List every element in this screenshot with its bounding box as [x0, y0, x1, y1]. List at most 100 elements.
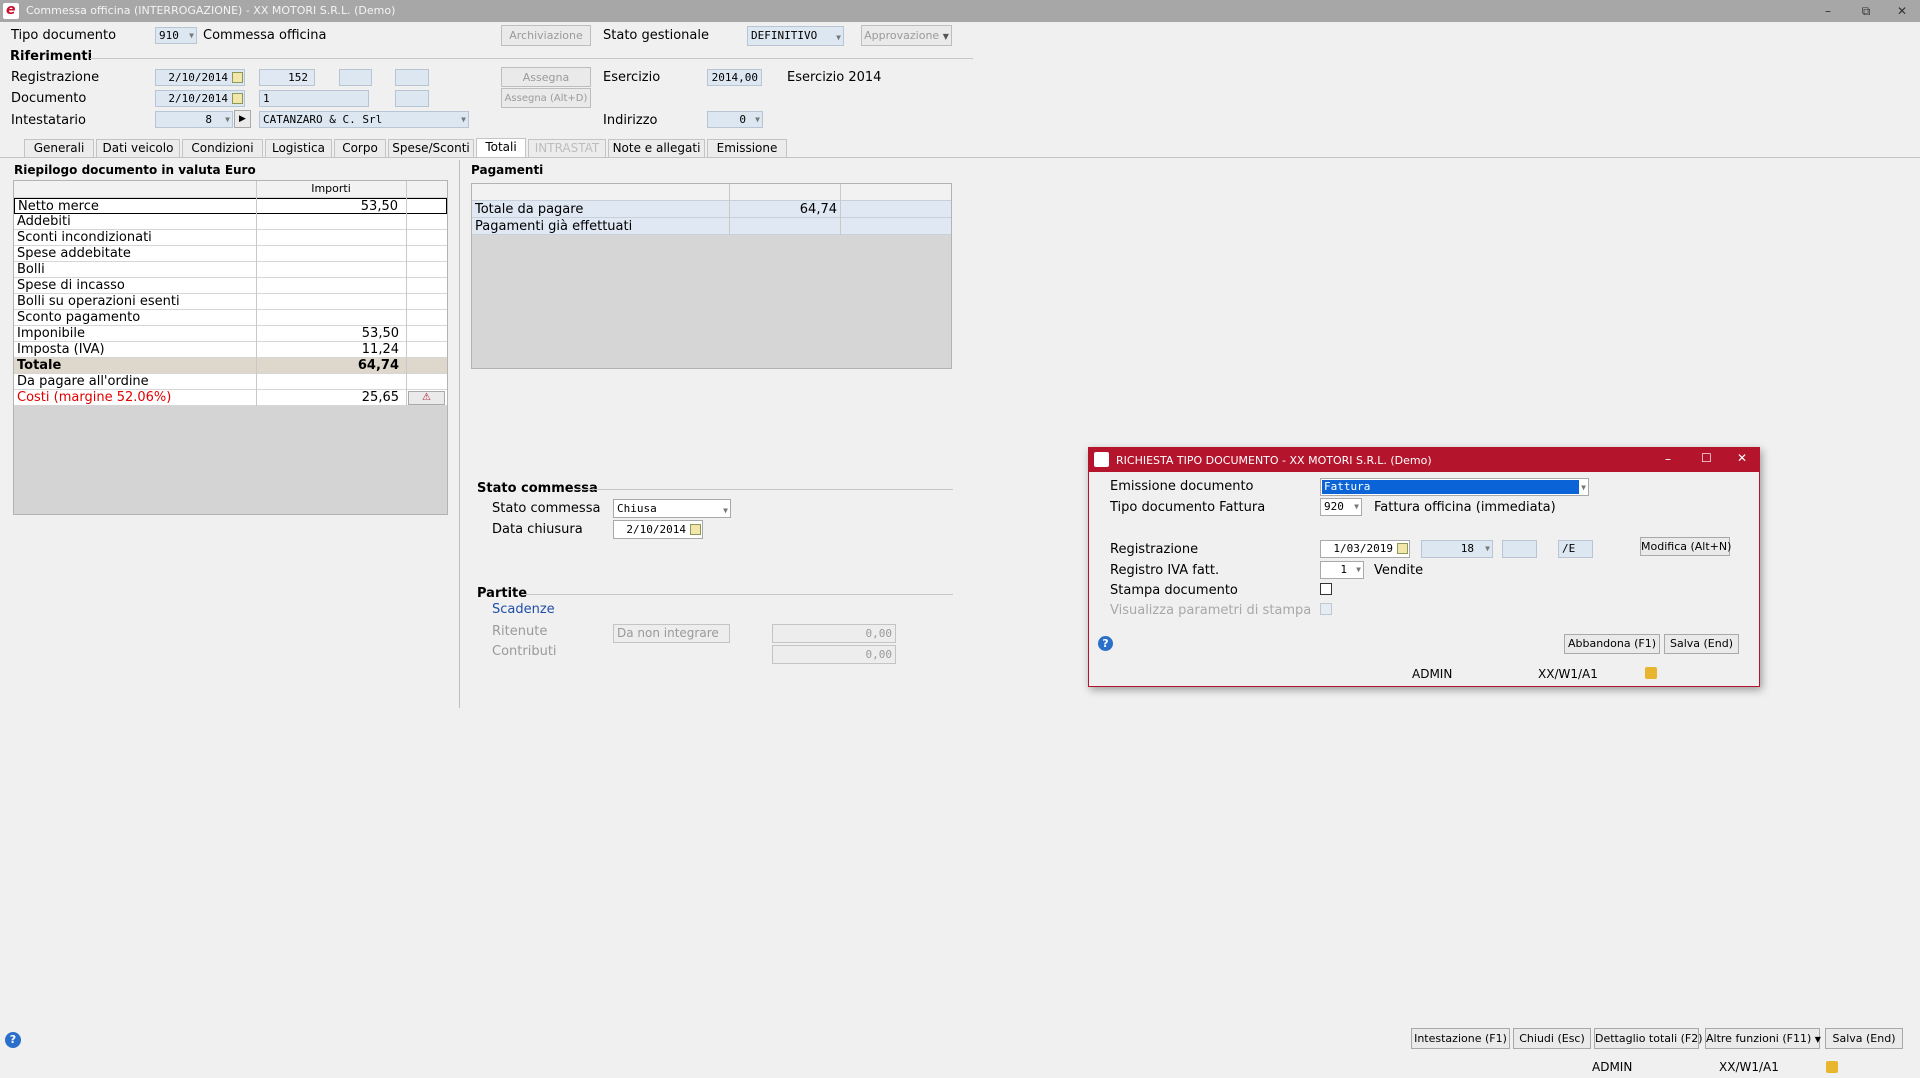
emissione-value: Fattura	[1322, 480, 1579, 494]
row-label: Totale da pagare	[475, 202, 584, 217]
table-row[interactable]: Imponibile 53,50	[14, 326, 447, 342]
contributi-value-field[interactable]: 0,00	[772, 645, 896, 664]
dialog-maximize-button[interactable]: ☐	[1701, 451, 1712, 465]
dlg-registrazione-date-field[interactable]: 1/03/2019	[1320, 540, 1410, 558]
esercizio-field[interactable]: 2014,00	[707, 69, 762, 86]
table-row-costi[interactable]: Costi (margine 52.06%) 25,65 ⚠	[14, 390, 447, 406]
table-row[interactable]: Pagamenti già effettuati	[472, 218, 951, 235]
row-value: 53,50	[360, 199, 398, 214]
table-row[interactable]: Bolli su operazioni esenti	[14, 294, 447, 310]
approvazione-button[interactable]: Approvazione ▼	[861, 25, 952, 46]
partite-section: Partite	[477, 586, 528, 601]
table-row[interactable]: Sconti incondizionati	[14, 230, 447, 246]
table-row[interactable]: Spese di incasso	[14, 278, 447, 294]
archiviazione-button[interactable]: Archiviazione	[501, 25, 591, 46]
help-icon[interactable]: ?	[5, 1032, 21, 1048]
documento-suffix-field[interactable]	[395, 90, 429, 107]
dialog-salva-button[interactable]: Salva (End)	[1664, 634, 1739, 654]
registrazione-number-field[interactable]: 152	[259, 69, 315, 86]
calendar-icon[interactable]	[690, 524, 701, 535]
dropdown-arrow-icon: ▼	[189, 31, 194, 40]
intestatario-label: Intestatario	[11, 113, 86, 128]
tab-generali[interactable]: Generali	[24, 139, 94, 157]
indirizzo-label: Indirizzo	[603, 113, 658, 128]
assegna-button[interactable]: Assegna	[501, 67, 591, 87]
stato-gestionale-select[interactable]: DEFINITIVO ▼	[747, 26, 844, 46]
altre-funzioni-label: Altre funzioni (F11)	[1706, 1032, 1812, 1045]
dialog-minimize-button[interactable]: –	[1665, 452, 1671, 466]
dettaglio-totali-button[interactable]: Dettaglio totali (F2)	[1594, 1028, 1703, 1049]
registro-iva-field[interactable]: 1 ▼	[1320, 561, 1364, 579]
tab-corpo[interactable]: Corpo	[334, 139, 386, 157]
assegna-alt-button[interactable]: Assegna (Alt+D)	[501, 88, 591, 108]
documento-date-field[interactable]: 2/10/2014	[155, 90, 245, 107]
dlg-registrazione-extra-field[interactable]	[1502, 540, 1537, 558]
stampa-checkbox[interactable]	[1320, 583, 1332, 595]
emissione-select[interactable]: Fattura ▼	[1320, 478, 1589, 496]
row-value: 53,50	[361, 326, 399, 341]
table-row[interactable]: Sconto pagamento	[14, 310, 447, 326]
intestazione-button[interactable]: Intestazione (F1)	[1411, 1028, 1510, 1049]
tab-intrastat[interactable]: INTRASTAT	[528, 139, 606, 157]
intestatario-code-field[interactable]: 8 ▼	[155, 111, 233, 128]
registrazione-extra-field[interactable]	[339, 69, 372, 86]
abbandona-button[interactable]: Abbandona (F1)	[1564, 634, 1660, 654]
dropdown-arrow-icon: ▼	[1814, 1035, 1821, 1044]
row-label: Spese addebitate	[17, 246, 131, 261]
table-row[interactable]: Totale da pagare 64,74	[472, 201, 951, 218]
indirizzo-field[interactable]: 0 ▼	[707, 111, 763, 128]
column-divider	[406, 181, 407, 406]
warning-icon[interactable]: ⚠	[408, 391, 445, 405]
tab-totali[interactable]: Totali	[476, 138, 526, 158]
dropdown-arrow-icon: ▼	[723, 506, 728, 515]
stato-commessa-select[interactable]: Chiusa ▼	[613, 499, 731, 518]
ritenute-label: Ritenute	[492, 624, 548, 639]
intestatario-lookup-button[interactable]: ▶	[234, 110, 251, 128]
close-button[interactable]: ✕	[1888, 2, 1916, 20]
table-row[interactable]: Bolli	[14, 262, 447, 278]
tab-logistica[interactable]: Logistica	[265, 139, 332, 157]
restore-button[interactable]: ⧉	[1852, 2, 1880, 20]
documento-number-field[interactable]: 1	[259, 90, 369, 107]
table-row[interactable]: Spese addebitate	[14, 246, 447, 262]
ritenute-value-field[interactable]: 0,00	[772, 624, 896, 643]
riepilogo-table: Importi Netto merce 53,50 Addebiti Sconti…	[13, 180, 448, 515]
table-row[interactable]: Netto merce 53,50	[14, 198, 447, 214]
table-row[interactable]: Imposta (IVA) 11,24	[14, 342, 447, 358]
app-logo-icon	[1094, 452, 1109, 467]
registrazione-date-field[interactable]: 2/10/2014	[155, 69, 245, 86]
registrazione-suffix-field[interactable]	[395, 69, 429, 86]
chiudi-button[interactable]: Chiudi (Esc)	[1513, 1028, 1591, 1049]
calendar-icon[interactable]	[232, 93, 243, 104]
salva-button[interactable]: Salva (End)	[1825, 1028, 1903, 1049]
dlg-registrazione-number-field[interactable]: 18 ▼	[1421, 540, 1493, 558]
dlg-registrazione-suffix-field[interactable]: /E	[1558, 540, 1593, 558]
help-icon[interactable]: ?	[1098, 636, 1113, 651]
calendar-icon[interactable]	[232, 72, 243, 83]
table-row[interactable]: Addebiti	[14, 214, 447, 230]
intestatario-code: 8	[205, 113, 212, 126]
tab-emissione[interactable]: Emissione	[707, 139, 787, 157]
play-icon: ▶	[239, 114, 246, 124]
table-row-totale[interactable]: Totale 64,74	[14, 358, 447, 374]
tab-dati-veicolo[interactable]: Dati veicolo	[96, 139, 180, 157]
registrazione-label: Registrazione	[11, 70, 100, 85]
tab-condizioni[interactable]: Condizioni	[182, 139, 263, 157]
tipo-fattura-code-field[interactable]: 920 ▼	[1320, 498, 1362, 516]
modifica-button[interactable]: Modifica (Alt+N)	[1640, 537, 1731, 556]
tipo-fattura-label: Tipo documento Fattura	[1110, 500, 1266, 515]
altre-funzioni-button[interactable]: Altre funzioni (F11) ▼	[1705, 1028, 1821, 1049]
tipo-documento-field[interactable]: 910 ▼	[155, 27, 197, 44]
tab-note-allegati[interactable]: Note e allegati	[608, 139, 705, 157]
visualizza-checkbox[interactable]	[1320, 603, 1332, 615]
tab-spese-sconti[interactable]: Spese/Sconti	[388, 139, 474, 157]
table-row[interactable]: Da pagare all'ordine	[14, 374, 447, 390]
data-chiusura-field[interactable]: 2/10/2014	[613, 520, 703, 539]
ritenute-select[interactable]: Da non integrare	[613, 624, 730, 643]
calendar-icon[interactable]	[1397, 543, 1408, 554]
dialog-close-button[interactable]: ✕	[1737, 451, 1747, 465]
minimize-button[interactable]: –	[1814, 2, 1842, 20]
intestatario-name-field[interactable]: CATANZARO & C. Srl ▼	[259, 111, 469, 128]
tipo-fattura-code: 920	[1324, 500, 1344, 513]
scadenze-link[interactable]: Scadenze	[492, 602, 555, 617]
